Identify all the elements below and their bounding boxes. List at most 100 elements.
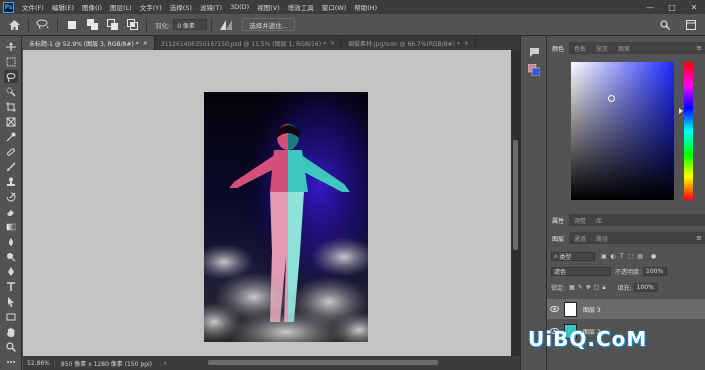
crop-tool-icon[interactable] <box>4 100 18 113</box>
layer-row-selected[interactable]: 图层 3 <box>547 299 705 319</box>
feather-input[interactable]: 0 像素 <box>173 19 208 30</box>
menu-view[interactable]: 视图(V) <box>253 2 284 12</box>
menu-type[interactable]: 文字(Y) <box>136 2 166 12</box>
zoom-tool-icon[interactable] <box>4 340 18 353</box>
shape-filter-icon[interactable]: ⬚ <box>628 253 634 260</box>
hand-tool-icon[interactable] <box>4 325 18 338</box>
menu-image[interactable]: 图像(I) <box>78 2 106 12</box>
tab-paths[interactable]: 路径 <box>591 232 613 244</box>
tab-adjustments[interactable]: 调整 <box>569 214 591 226</box>
history-brush-icon[interactable] <box>4 190 18 203</box>
pen-tool-icon[interactable] <box>4 265 18 278</box>
menu-file[interactable]: 文件(F) <box>18 2 48 12</box>
tab-properties[interactable]: 属性 <box>547 214 570 226</box>
close-icon[interactable]: × <box>143 40 148 47</box>
tab-layers[interactable]: 图层 <box>547 232 570 244</box>
menu-layer[interactable]: 图层(L) <box>106 2 136 12</box>
hue-slider[interactable] <box>684 62 693 200</box>
tab-color[interactable]: 颜色 <box>547 42 570 54</box>
panel-menu-icon[interactable]: ≡ <box>696 44 702 52</box>
maximize-button[interactable]: □ <box>661 0 683 14</box>
intersect-selection-icon[interactable] <box>124 17 140 33</box>
type-tool-icon[interactable] <box>4 280 18 293</box>
subtract-selection-icon[interactable] <box>104 17 120 33</box>
move-tool-icon[interactable] <box>4 40 18 53</box>
tab-gradients[interactable]: 渐变 <box>591 42 613 54</box>
select-and-mask-button[interactable]: 选择并遮住... <box>242 18 295 31</box>
color-field[interactable] <box>571 62 674 200</box>
tab-document-2[interactable]: 31126140635016?150.psd @ 11.5% (图层 1, RG… <box>155 36 342 50</box>
menu-help[interactable]: 帮助(H) <box>350 2 381 12</box>
healing-brush-icon[interactable] <box>4 145 18 158</box>
color-picker-cursor[interactable] <box>608 95 615 102</box>
close-icon[interactable]: × <box>464 40 469 47</box>
hue-marker[interactable] <box>679 108 683 114</box>
close-button[interactable]: ✕ <box>683 0 705 14</box>
filter-toggle-icon[interactable]: ● <box>651 253 656 260</box>
adjustment-filter-icon[interactable]: ◐ <box>611 253 616 260</box>
lock-paint-icon[interactable]: ✎ <box>578 284 583 291</box>
tab-document-1[interactable]: 未标题-1 @ 52.9% (图层 3, RGB/8#) * × <box>23 36 155 50</box>
frame-tool-icon[interactable] <box>4 115 18 128</box>
scroll-thumb[interactable] <box>513 140 518 250</box>
visibility-eye-icon[interactable] <box>547 306 561 312</box>
new-selection-icon[interactable] <box>64 17 80 33</box>
tab-document-3[interactable]: 烟雾素材.jpg/icon @ 66.7%(RGB/8#) * × <box>342 36 476 50</box>
opacity-input[interactable]: 100% <box>643 267 668 276</box>
clone-stamp-icon[interactable] <box>4 175 18 188</box>
search-icon: ⌕ <box>554 252 558 260</box>
swatch-panel-icon[interactable] <box>528 64 540 76</box>
search-icon[interactable] <box>657 17 673 33</box>
layer-name[interactable]: 图层 3 <box>583 305 601 314</box>
marquee-tool-icon[interactable] <box>4 55 18 68</box>
workspace-icon[interactable] <box>683 17 699 33</box>
canvas-area[interactable] <box>23 50 511 356</box>
tab-libraries[interactable]: 库 <box>591 214 607 226</box>
rectangle-tool-icon[interactable] <box>4 310 18 323</box>
eyedropper-icon[interactable] <box>4 130 18 143</box>
antialias-icon[interactable] <box>218 17 234 33</box>
tab-patterns[interactable]: 图案 <box>613 42 635 54</box>
status-arrow[interactable]: › <box>164 360 166 367</box>
tab-channels[interactable]: 通道 <box>569 232 591 244</box>
image-filter-icon[interactable]: ▣ <box>601 253 607 260</box>
lock-position-icon[interactable]: ✥ <box>586 284 591 291</box>
menu-3d[interactable]: 3D(D) <box>226 3 253 11</box>
minimize-button[interactable]: — <box>639 0 661 14</box>
lock-artboard-icon[interactable]: ▢ <box>594 284 600 291</box>
add-selection-icon[interactable] <box>84 17 100 33</box>
vertical-scrollbar[interactable] <box>511 50 520 356</box>
brush-tool-icon[interactable] <box>4 160 18 173</box>
close-icon[interactable]: × <box>330 40 335 47</box>
more-tools-icon[interactable] <box>4 355 18 368</box>
blur-tool-icon[interactable] <box>4 235 18 248</box>
layers-menu-icon[interactable]: ≡ <box>696 234 702 242</box>
menu-select[interactable]: 选择(S) <box>166 2 196 12</box>
blend-row: 滤色 不透明度: 100% <box>547 266 705 277</box>
smart-filter-icon[interactable]: ▤ <box>637 253 643 260</box>
lasso-tool-preset-icon[interactable] <box>35 17 51 33</box>
menu-window[interactable]: 窗口(W) <box>318 2 351 12</box>
quick-selection-icon[interactable] <box>4 85 18 98</box>
tab-swatches[interactable]: 色板 <box>569 42 591 54</box>
gradient-tool-icon[interactable] <box>4 220 18 233</box>
blend-mode-select[interactable]: 滤色 <box>551 267 611 276</box>
path-selection-icon[interactable] <box>4 295 18 308</box>
menu-plugins[interactable]: 增效工具 <box>284 2 318 12</box>
home-icon[interactable] <box>6 17 22 33</box>
horizontal-scrollbar[interactable] <box>208 360 438 365</box>
menu-filter[interactable]: 滤镜(T) <box>196 2 226 12</box>
history-panel-icon[interactable] <box>528 46 540 58</box>
eraser-icon[interactable] <box>4 205 18 218</box>
lock-pixels-icon[interactable]: ▦ <box>569 284 575 291</box>
zoom-level[interactable]: 52.86% <box>23 359 55 367</box>
lock-all-icon[interactable]: 🔒︎ <box>602 284 605 292</box>
lock-row: 锁定: ▦ ✎ ✥ ▢ 🔒︎ 填充: 100% <box>547 282 705 293</box>
dodge-tool-icon[interactable] <box>4 250 18 263</box>
menu-edit[interactable]: 编辑(E) <box>48 2 78 12</box>
fill-input[interactable]: 100% <box>633 283 658 292</box>
document-image[interactable] <box>204 92 368 342</box>
type-filter-icon[interactable]: T <box>620 253 624 260</box>
lasso-tool-icon[interactable] <box>4 70 18 83</box>
layer-kind-select[interactable]: ⌕ 类型 <box>551 252 595 261</box>
